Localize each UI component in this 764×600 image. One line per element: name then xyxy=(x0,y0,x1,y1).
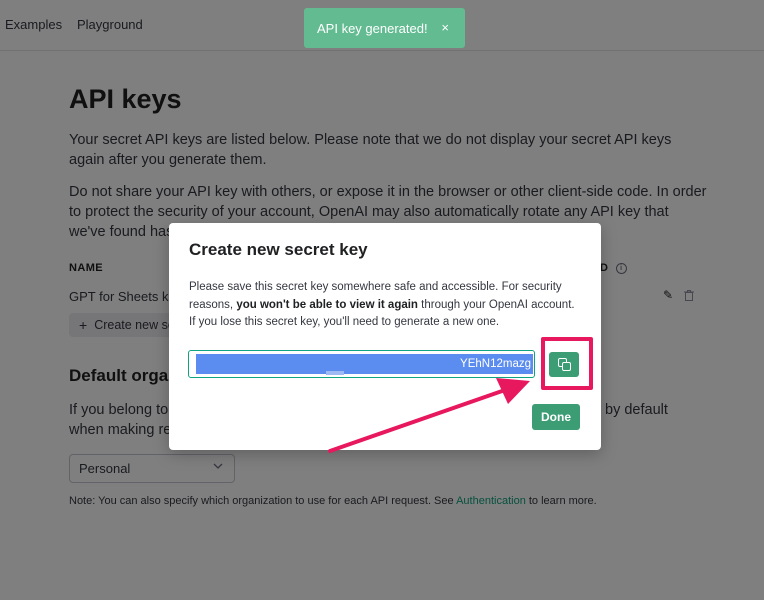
annotation-arrow xyxy=(328,378,530,453)
